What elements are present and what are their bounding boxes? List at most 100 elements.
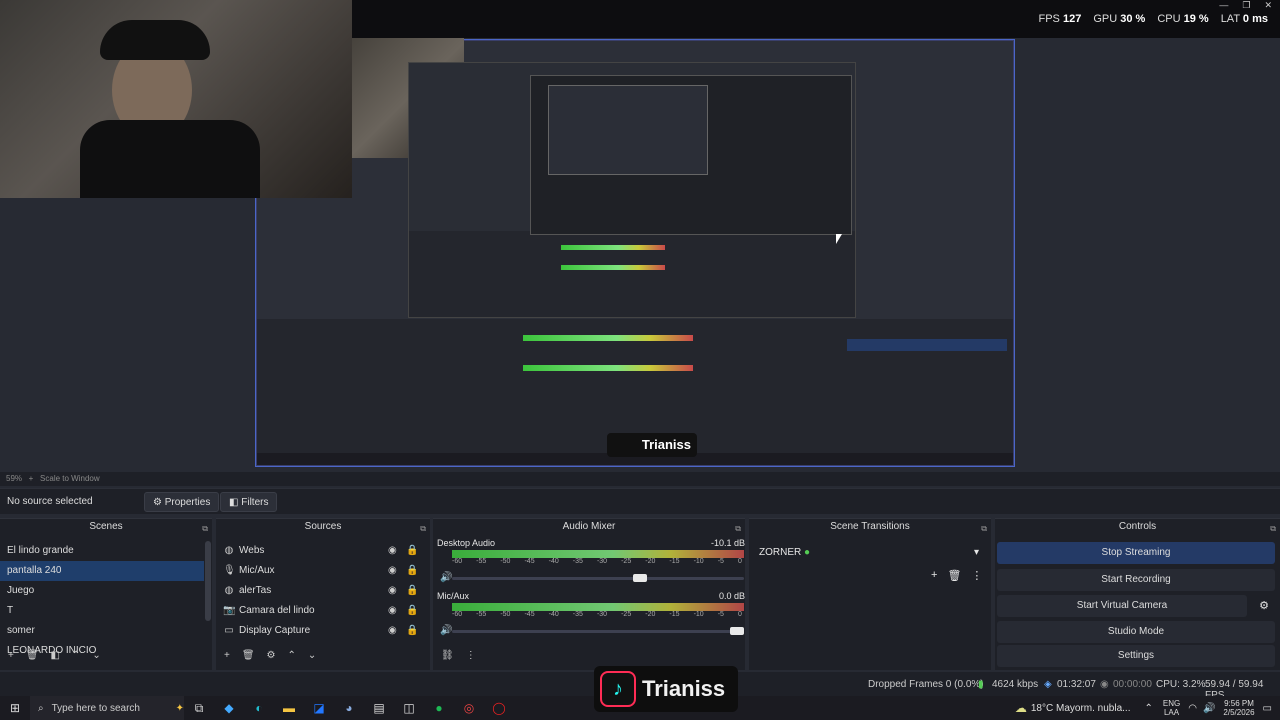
level-meter: [452, 603, 744, 611]
store-icon[interactable]: ▤: [364, 701, 394, 715]
restore-button[interactable]: ❐: [1242, 0, 1250, 11]
task-view-icon[interactable]: ⧉: [184, 701, 214, 716]
source-item[interactable]: 🎙 Mic/Aux ◉ 🔒: [216, 561, 430, 581]
lock-icon[interactable]: 🔒: [406, 561, 418, 581]
app-icon[interactable]: ◫: [394, 701, 424, 715]
undock-icon[interactable]: ⧉: [1270, 521, 1276, 537]
scale-mode[interactable]: Scale to Window: [40, 474, 100, 483]
weather-icon: ☁: [1014, 701, 1027, 715]
properties-button[interactable]: ⚙ Properties: [144, 492, 220, 512]
down-icon[interactable]: ⌄: [308, 650, 316, 666]
lock-icon[interactable]: 🔒: [406, 601, 418, 621]
lock-icon[interactable]: 🔒: [406, 581, 418, 601]
scale-tick: 0: [737, 611, 742, 618]
eye-icon[interactable]: ◉: [388, 561, 397, 581]
stop-streaming-button[interactable]: Stop Streaming: [997, 542, 1275, 564]
undock-icon[interactable]: ⧉: [202, 521, 208, 537]
taskbar-search[interactable]: ⌕ Type here to search ✦: [30, 696, 184, 720]
source-item[interactable]: 📷 Camara del lindo ◉ 🔒: [216, 601, 430, 621]
language-indicator[interactable]: ENG LAA: [1163, 699, 1180, 717]
spotify-icon[interactable]: ●: [424, 701, 454, 715]
speaker-icon[interactable]: 🔊: [440, 625, 452, 636]
folder-icon[interactable]: ▬: [274, 701, 304, 715]
scene-item[interactable]: Juego: [0, 581, 204, 601]
preview-toolbar: 59% + Scale to Window: [0, 472, 1280, 486]
nested-meter-b: [561, 265, 665, 270]
scale-tick: 0: [737, 558, 742, 565]
eye-icon[interactable]: ◉: [388, 621, 397, 641]
studio-mode-button[interactable]: Studio Mode: [997, 621, 1275, 643]
source-item[interactable]: ▭ Display Capture ◉ 🔒: [216, 621, 430, 641]
transition-actions: + 🗑 ⋮: [931, 569, 982, 582]
scene-item[interactable]: El lindo grande: [0, 541, 204, 561]
trash-icon[interactable]: 🗑: [947, 569, 961, 582]
link-icon[interactable]: ⛓: [441, 650, 454, 666]
wifi-icon[interactable]: ◠: [1188, 703, 1197, 714]
eye-icon[interactable]: ◉: [388, 581, 397, 601]
weather-text[interactable]: 18°C Mayorm. nubla...: [1031, 703, 1131, 714]
up-icon[interactable]: ⌃: [288, 650, 296, 666]
context-bar: No source selected ⚙ Properties ◧ Filter…: [0, 488, 1280, 514]
notification-icon[interactable]: ▭: [1263, 703, 1272, 714]
sources-title: Sources: [304, 521, 342, 532]
scene-transitions-header: Scene Transitions ⧉: [749, 519, 991, 535]
gear-icon[interactable]: ⚙: [267, 650, 276, 666]
virtual-camera-settings-icon[interactable]: ⚙: [1254, 599, 1274, 615]
start-virtual-camera-button[interactable]: Start Virtual Camera: [997, 595, 1247, 617]
scene-item[interactable]: pantalla 240: [0, 561, 204, 581]
filters-icon[interactable]: ◧: [51, 650, 60, 666]
up-icon[interactable]: ⌃: [72, 650, 80, 666]
eye-icon[interactable]: ◉: [388, 601, 397, 621]
speaker-icon[interactable]: 🔊: [440, 572, 452, 583]
filters-button[interactable]: ◧ Filters: [220, 492, 278, 512]
close-button[interactable]: ✕: [1264, 0, 1272, 11]
signal-icon: ▮: [978, 679, 984, 690]
scale-tick: -15: [669, 611, 680, 618]
undock-icon[interactable]: ⧉: [420, 521, 426, 537]
volume-knob[interactable]: [730, 627, 744, 635]
volume-knob[interactable]: [633, 574, 647, 582]
windows-start-icon[interactable]: ⊞: [0, 701, 30, 715]
lock-icon[interactable]: 🔒: [406, 541, 418, 561]
outlook-icon[interactable]: ◪: [304, 701, 334, 715]
transition-select[interactable]: ZORNER ● ▾: [755, 545, 987, 563]
menu-icon[interactable]: ⋮: [971, 569, 982, 582]
trash-icon[interactable]: 🗑: [26, 650, 39, 666]
steam-icon[interactable]: ◕: [334, 701, 364, 715]
eye-icon[interactable]: ◉: [388, 541, 397, 561]
scenes-scrollbar[interactable]: [205, 541, 211, 621]
lock-icon[interactable]: 🔒: [406, 621, 418, 641]
trash-icon[interactable]: 🗑: [242, 650, 255, 666]
tiktok-logo-icon: ♪: [600, 671, 636, 707]
add-icon[interactable]: +: [931, 569, 937, 582]
down-icon[interactable]: ⌄: [92, 650, 100, 666]
start-recording-button[interactable]: Start Recording: [997, 569, 1275, 591]
volume-slider[interactable]: [452, 574, 744, 582]
track-db: 0.0 dB: [718, 591, 745, 601]
lat-value: 0 ms: [1242, 13, 1268, 25]
chrome-icon[interactable]: ◎: [454, 701, 484, 715]
status-dot-icon: ●: [804, 547, 811, 558]
add-icon[interactable]: +: [8, 650, 14, 666]
volume-icon[interactable]: 🔊: [1203, 703, 1215, 714]
scenes-dock: Scenes ⧉ El lindo grande pantalla 240 Jue…: [0, 518, 212, 670]
clock[interactable]: 9:56 PM 2/5/2026: [1223, 699, 1254, 717]
settings-button[interactable]: Settings: [997, 645, 1275, 667]
scene-item[interactable]: somer: [0, 621, 204, 641]
scale-tick: -60: [452, 558, 463, 565]
scale-tick: -25: [621, 611, 632, 618]
edge-icon[interactable]: ◐: [244, 701, 274, 715]
source-item[interactable]: ◍ Webs ◉ 🔒: [216, 541, 430, 561]
volume-slider[interactable]: [452, 627, 744, 635]
source-item[interactable]: ◍ alerTas ◉ 🔒: [216, 581, 430, 601]
copilot-icon[interactable]: ◆: [214, 701, 244, 715]
scene-item[interactable]: T: [0, 601, 204, 621]
zoom-level[interactable]: 59%: [6, 474, 22, 483]
undock-icon[interactable]: ⧉: [981, 521, 987, 537]
opera-icon[interactable]: ◯: [484, 701, 514, 715]
tray-chevron-icon[interactable]: ⌃: [1144, 703, 1152, 714]
menu-icon[interactable]: ⋮: [466, 650, 476, 666]
undock-icon[interactable]: ⧉: [735, 521, 741, 537]
minimize-button[interactable]: —: [1219, 0, 1228, 11]
add-icon[interactable]: +: [224, 650, 230, 666]
